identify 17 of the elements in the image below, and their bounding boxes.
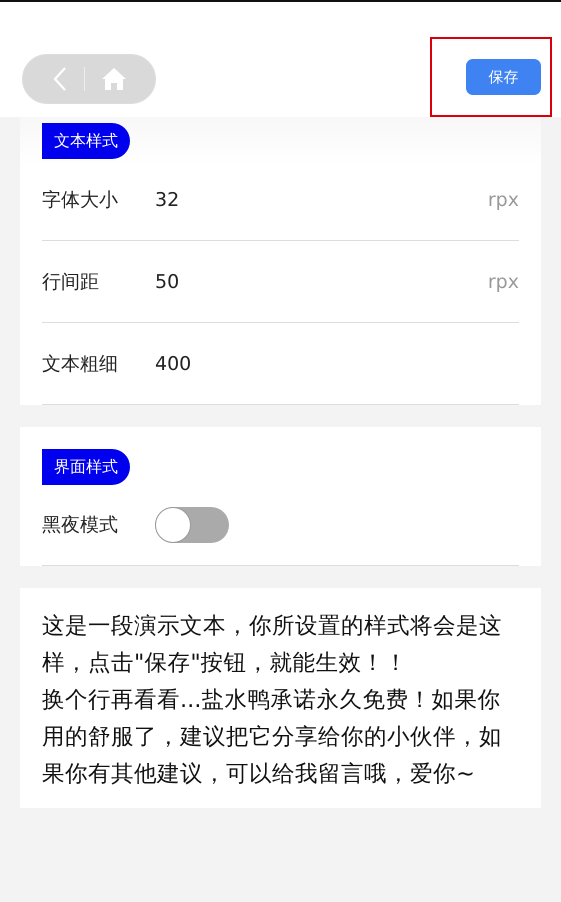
unit-label: rpx	[488, 270, 519, 292]
preview-paragraph: 换个行再看看...盐水鸭承诺永久免费！如果你用的舒服了，建议把它分享给你的小伙伴，如果你有其他建议，可以给我留言哦，爱你~	[42, 686, 503, 789]
setting-value[interactable]: 400	[155, 352, 519, 374]
setting-label: 黑夜模式	[42, 513, 119, 538]
unit-label: rpx	[488, 188, 519, 210]
preview-paragraph: 这是一段演示文本，你所设置的样式将会是这样，点击"保存"按钮，就能生效！！	[42, 612, 503, 678]
setting-value[interactable]: 32	[155, 188, 488, 210]
setting-label: 行间距	[42, 270, 100, 294]
section-tag: 文本样式	[42, 123, 130, 159]
setting-label: 文本粗细	[42, 352, 119, 376]
setting-label: 字体大小	[42, 188, 119, 212]
setting-value[interactable]: 50	[155, 270, 488, 292]
section-tag: 界面样式	[42, 449, 130, 485]
back-icon[interactable]	[52, 66, 68, 92]
toggle-switch[interactable]	[155, 507, 229, 543]
home-icon[interactable]	[100, 67, 126, 91]
save-button[interactable]: 保存	[466, 59, 541, 95]
